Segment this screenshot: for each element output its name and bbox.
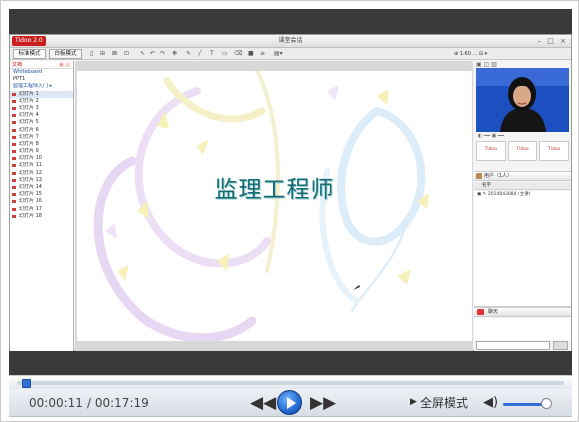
player-frame: Tidoo 2.0 课堂会话 – □ × 标准模式 白板模式 ▯ ⊞ ⊠ ⊡ ↖… bbox=[0, 0, 579, 422]
text-icon[interactable]: T bbox=[210, 50, 214, 58]
progress-bar[interactable] bbox=[9, 375, 572, 389]
open-icon[interactable]: ⊞ bbox=[100, 50, 105, 58]
page-icon[interactable]: ▯ bbox=[90, 50, 93, 58]
window-title: 课堂会话 bbox=[278, 37, 303, 44]
video-controls[interactable]: ◐ ━━ ▣ ━━ bbox=[476, 133, 569, 140]
chat-header[interactable]: 聊天 bbox=[474, 307, 571, 317]
sponsor-logos: Tidoo Tidoo Tidoo bbox=[476, 141, 570, 161]
users-header-label: 用户（1人） bbox=[484, 173, 513, 179]
line-icon[interactable]: ╱ bbox=[198, 50, 202, 58]
document-tree-item[interactable]: 监理工程师入门 ▸ bbox=[10, 83, 73, 90]
user-group-icon bbox=[476, 173, 482, 179]
document-tree-item[interactable]: Whiteboard bbox=[10, 69, 73, 76]
zoom-icon[interactable]: ⊡ bbox=[124, 50, 129, 58]
slide-list-item[interactable]: 幻灯片 11 bbox=[10, 162, 73, 169]
slide-title: 监理工程师 bbox=[214, 177, 335, 203]
document-panel-title: 文档 bbox=[12, 62, 23, 68]
users-list bbox=[474, 199, 571, 307]
line-width-icon[interactable]: ≡ bbox=[260, 50, 265, 58]
play-button[interactable] bbox=[277, 390, 302, 415]
document-tree: Whiteboard PPT1 监理工程师入门 ▸ 幻灯片 1 幻灯片 2 幻灯片 3 幻灯… bbox=[10, 69, 73, 220]
chat-input[interactable] bbox=[476, 341, 550, 350]
chat-log bbox=[474, 318, 571, 340]
chat-icon bbox=[477, 309, 484, 315]
tab-whiteboard-mode[interactable]: 白板模式 bbox=[49, 49, 82, 59]
chat-header-label: 聊天 bbox=[488, 309, 499, 315]
bottom-letterbox bbox=[9, 351, 572, 375]
users-header[interactable]: 用户（1人） bbox=[474, 171, 571, 181]
slide-canvas[interactable]: 监理工程师 bbox=[77, 71, 472, 341]
undo-icon[interactable]: ↶ bbox=[150, 50, 155, 58]
slide-list-item[interactable]: 幻灯片 3 bbox=[10, 105, 73, 112]
slide-list-item[interactable]: 幻灯片 12 bbox=[10, 170, 73, 177]
video-toolbar[interactable]: ▣ ◫ ▥ bbox=[474, 61, 571, 68]
current-time: 00:00:11 bbox=[29, 396, 83, 410]
progress-thumb[interactable] bbox=[22, 379, 32, 388]
slide-list-item[interactable]: 幻灯片 10 bbox=[10, 155, 73, 162]
slide-list-item[interactable]: 幻灯片 7 bbox=[10, 134, 73, 141]
rewind-icon[interactable]: ◀◀ bbox=[250, 394, 276, 412]
player-controls: 00:00:11 / 00:17:19 ◀◀ ▶▶ ▶ 全屏模式 ◀) bbox=[9, 389, 572, 417]
slide-list-item[interactable]: 幻灯片 1 bbox=[10, 90, 73, 98]
user-list-item[interactable]: ▣ ✎ 2014043084 (主讲) bbox=[474, 191, 571, 199]
top-letterbox bbox=[9, 9, 572, 34]
window-controls[interactable]: – □ × bbox=[538, 36, 568, 46]
volume-knob[interactable] bbox=[541, 398, 552, 409]
total-time: / 00:17:19 bbox=[87, 396, 149, 410]
slide-list-item[interactable]: 幻灯片 4 bbox=[10, 112, 73, 119]
fullscreen-icon[interactable]: ▶ bbox=[410, 397, 417, 407]
redo-icon[interactable]: ↷ bbox=[160, 50, 165, 58]
presenter-video bbox=[476, 68, 569, 132]
document-tree-item[interactable]: PPT1 bbox=[10, 76, 73, 83]
recorded-app-window: Tidoo 2.0 课堂会话 – □ × 标准模式 白板模式 ▯ ⊞ ⊠ ⊡ ↖… bbox=[9, 34, 572, 352]
shape-icon[interactable]: ▭ bbox=[222, 50, 228, 58]
slide-list-item[interactable]: 幻灯片 8 bbox=[10, 141, 73, 148]
slide-list-item[interactable]: 幻灯片 2 bbox=[10, 98, 73, 105]
presenter-image bbox=[476, 68, 569, 132]
balloon-background-graphic bbox=[93, 71, 429, 341]
slide-area: 监理工程师 bbox=[75, 61, 473, 352]
move-icon[interactable]: ✥ bbox=[172, 50, 177, 58]
pointer-icon[interactable]: ↖ bbox=[140, 50, 145, 58]
tab-standard-mode[interactable]: 标准模式 bbox=[13, 49, 46, 59]
color-icon[interactable]: ■ bbox=[248, 50, 254, 58]
logo-tile: Tidoo bbox=[507, 141, 538, 161]
logo-tile: Tidoo bbox=[476, 141, 506, 161]
slide-list-item[interactable]: 幻灯片 13 bbox=[10, 177, 73, 184]
volume-icon[interactable]: ◀) bbox=[483, 395, 498, 410]
document-panel: 文档 ▣ ▤ Whiteboard PPT1 监理工程师入门 ▸ 幻灯片 1 幻灯片 2… bbox=[10, 61, 74, 352]
document-panel-header: 文档 ▣ ▤ bbox=[10, 61, 73, 69]
slide-list-item[interactable]: 幻灯片 6 bbox=[10, 127, 73, 134]
title-bar: Tidoo 2.0 课堂会话 – □ × bbox=[10, 35, 571, 48]
panel-toggle-icon[interactable]: ▣ ▤ bbox=[59, 61, 70, 69]
slide-list-item[interactable]: 幻灯片 9 bbox=[10, 148, 73, 155]
send-button[interactable] bbox=[553, 341, 568, 350]
progress-track[interactable] bbox=[17, 379, 564, 388]
slide-list-item[interactable]: 幻灯片 14 bbox=[10, 184, 73, 191]
logo-tile: Tidoo bbox=[539, 141, 570, 161]
font-select-icon[interactable]: ▤▾ bbox=[274, 50, 283, 58]
fullscreen-button[interactable]: 全屏模式 bbox=[420, 396, 468, 410]
right-panel: ▣ ◫ ▥ ◐ ━━ ▣ ━━ Tidoo Tidoo Tidoo 用户（1人）… bbox=[474, 61, 571, 352]
toolbar: 标准模式 白板模式 ▯ ⊞ ⊠ ⊡ ↖ ↶ ↷ ✥ ✎ ╱ T ▭ ⌫ ■ ≡ … bbox=[10, 48, 571, 60]
slide-list-item[interactable]: 幻灯片 5 bbox=[10, 119, 73, 126]
slide-list-item[interactable]: 幻灯片 16 bbox=[10, 198, 73, 205]
slide-list-item[interactable]: 幻灯片 15 bbox=[10, 191, 73, 198]
users-column-header: 名字 bbox=[474, 182, 571, 190]
zoom-status[interactable]: ⊕ 1.60 ... ⊟ ▾ bbox=[454, 50, 487, 58]
fit-icon[interactable]: ⊠ bbox=[112, 50, 117, 58]
eraser-icon[interactable]: ⌫ bbox=[234, 50, 242, 58]
pen-icon[interactable]: ✎ bbox=[186, 50, 191, 58]
slide-list-item[interactable]: 幻灯片 18 bbox=[10, 213, 73, 220]
slide-list-item[interactable]: 幻灯片 17 bbox=[10, 206, 73, 213]
fast-forward-icon[interactable]: ▶▶ bbox=[310, 394, 336, 412]
